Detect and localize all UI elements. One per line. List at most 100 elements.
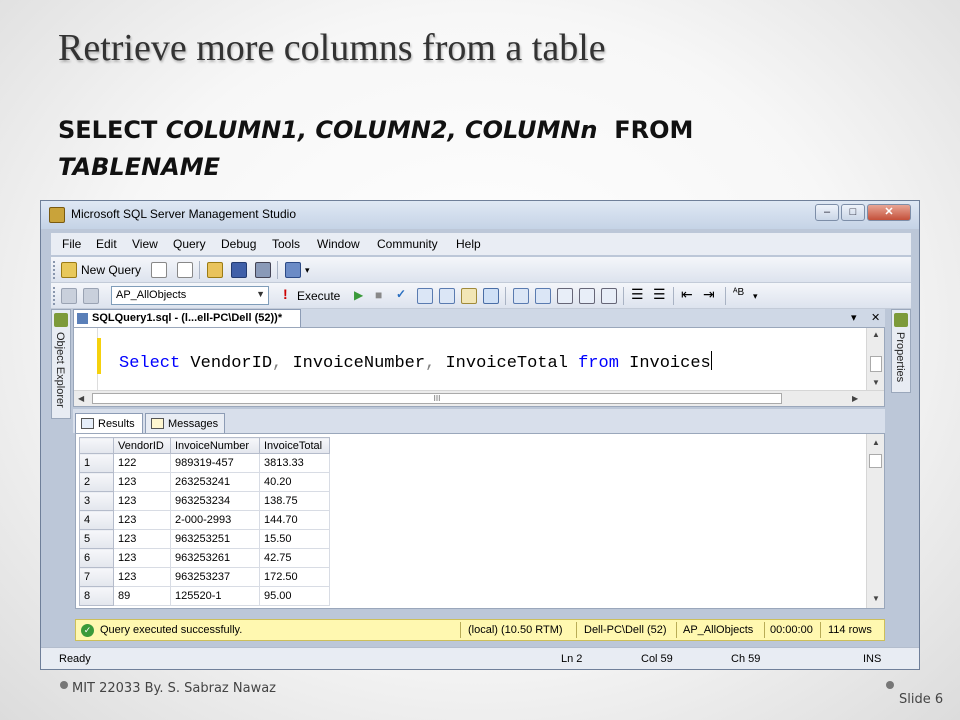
display-estimated-plan-icon[interactable] [417, 288, 433, 304]
cell-invoicetotal[interactable]: 42.75 [259, 548, 330, 568]
cell-invoicenumber[interactable]: 125520-1 [170, 586, 260, 606]
cell-invoicetotal[interactable]: 40.20 [259, 472, 330, 492]
scroll-down-icon[interactable]: ▼ [872, 594, 880, 603]
column-header-invoicetotal[interactable]: InvoiceTotal [259, 437, 330, 454]
specify-template-values-icon[interactable]: ᴬB [733, 287, 744, 298]
cell-invoicetotal[interactable]: 144.70 [259, 510, 330, 530]
menu-view[interactable]: View [132, 237, 158, 251]
toolbar-overflow-icon[interactable]: ▾ [305, 265, 310, 276]
menu-query[interactable]: Query [173, 237, 206, 251]
database-select[interactable]: AP_AllObjects ▼ [111, 286, 269, 305]
cell-invoicenumber[interactable]: 963253261 [170, 548, 260, 568]
tab-sqlquery1[interactable]: SQLQuery1.sql - (l...ell-PC\Dell (52))* [73, 309, 301, 327]
properties-tab[interactable]: Properties [891, 309, 911, 393]
row-number[interactable]: 5 [79, 529, 114, 549]
save-all-icon[interactable] [255, 262, 271, 278]
table-row[interactable]: 4 123 2-000-2993 144.70 [79, 510, 330, 530]
open-folder-icon[interactable] [207, 262, 223, 278]
cell-invoicenumber[interactable]: 2-000-2993 [170, 510, 260, 530]
uncomment-lines-icon[interactable]: ☰ [653, 286, 666, 303]
window-titlebar[interactable]: Microsoft SQL Server Management Studio –… [41, 201, 919, 229]
results-vertical-scrollbar[interactable]: ▲ ▼ [866, 434, 884, 608]
cell-invoicetotal[interactable]: 95.00 [259, 586, 330, 606]
cell-vendorid[interactable]: 89 [113, 586, 171, 606]
toolbar-overflow-icon[interactable]: ▾ [753, 291, 758, 302]
new-project-icon[interactable] [177, 262, 193, 278]
execute-button[interactable]: Execute [297, 289, 340, 303]
results-to-text-icon[interactable] [461, 288, 477, 304]
disconnect-icon[interactable] [83, 288, 99, 304]
row-number[interactable]: 1 [79, 453, 114, 473]
menu-window[interactable]: Window [317, 237, 360, 251]
editor-vertical-scrollbar[interactable]: ▲ ▼ [866, 328, 884, 390]
table-row[interactable]: 5 123 963253251 15.50 [79, 529, 330, 549]
cell-vendorid[interactable]: 123 [113, 548, 171, 568]
new-query-button[interactable]: New Query [81, 263, 141, 277]
cell-vendorid[interactable]: 123 [113, 510, 171, 530]
results-grid-icon[interactable] [579, 288, 595, 304]
cell-invoicenumber[interactable]: 963253251 [170, 529, 260, 549]
results-text-icon[interactable] [557, 288, 573, 304]
save-icon[interactable] [231, 262, 247, 278]
tab-close-icon[interactable]: ✕ [871, 311, 880, 324]
activity-monitor-icon[interactable] [285, 262, 301, 278]
scroll-left-icon[interactable]: ◀ [78, 394, 84, 403]
menu-debug[interactable]: Debug [221, 237, 256, 251]
editor-horizontal-scrollbar[interactable]: ◀ III ▶ [74, 390, 884, 406]
row-number[interactable]: 8 [79, 586, 114, 606]
connect-icon[interactable] [61, 288, 77, 304]
row-number[interactable]: 4 [79, 510, 114, 530]
menu-tools[interactable]: Tools [272, 237, 300, 251]
scrollbar-thumb[interactable] [869, 454, 882, 468]
increase-indent-icon[interactable]: ⇥ [703, 286, 715, 303]
scrollbar-thumb[interactable]: III [92, 393, 782, 404]
table-row[interactable]: 6 123 963253261 42.75 [79, 548, 330, 568]
cell-vendorid[interactable]: 122 [113, 453, 171, 473]
close-button[interactable]: ✕ [867, 204, 911, 221]
column-header-invoicenumber[interactable]: InvoiceNumber [170, 437, 260, 454]
include-plan-icon[interactable] [513, 288, 529, 304]
row-number[interactable]: 2 [79, 472, 114, 492]
table-row[interactable]: 7 123 963253237 172.50 [79, 567, 330, 587]
object-explorer-tab[interactable]: Object Explorer [51, 309, 71, 419]
parse-check-icon[interactable]: ✓ [396, 287, 406, 301]
cell-vendorid[interactable]: 123 [113, 491, 171, 511]
stop-icon[interactable]: ■ [375, 288, 382, 302]
cell-vendorid[interactable]: 123 [113, 529, 171, 549]
cell-invoicetotal[interactable]: 3813.33 [259, 453, 330, 473]
scroll-up-icon[interactable]: ▲ [872, 438, 880, 447]
row-number[interactable]: 6 [79, 548, 114, 568]
menu-file[interactable]: File [62, 237, 81, 251]
row-number[interactable]: 7 [79, 567, 114, 587]
maximize-button[interactable]: □ [841, 204, 865, 221]
query-designer-icon[interactable] [439, 288, 455, 304]
new-file-icon[interactable] [151, 262, 167, 278]
results-file-icon[interactable] [601, 288, 617, 304]
query-editor[interactable]: Select VendorID, InvoiceNumber, InvoiceT… [73, 327, 885, 407]
toolbar-grip[interactable] [53, 287, 56, 305]
menu-edit[interactable]: Edit [96, 237, 117, 251]
row-number-header[interactable] [79, 437, 114, 454]
cell-vendorid[interactable]: 123 [113, 567, 171, 587]
tab-dropdown-icon[interactable]: ▾ [851, 311, 857, 324]
cell-invoicenumber[interactable]: 989319-457 [170, 453, 260, 473]
table-row[interactable]: 3 123 963253234 138.75 [79, 491, 330, 511]
decrease-indent-icon[interactable]: ⇤ [681, 286, 693, 303]
client-statistics-icon[interactable] [535, 288, 551, 304]
cell-invoicenumber[interactable]: 263253241 [170, 472, 260, 492]
scrollbar-thumb[interactable] [870, 356, 882, 372]
cell-vendorid[interactable]: 123 [113, 472, 171, 492]
cell-invoicetotal[interactable]: 172.50 [259, 567, 330, 587]
results-to-grid-icon[interactable] [483, 288, 499, 304]
menu-community[interactable]: Community [377, 237, 438, 251]
table-row[interactable]: 8 89 125520-1 95.00 [79, 586, 330, 606]
cell-invoicetotal[interactable]: 138.75 [259, 491, 330, 511]
table-row[interactable]: 1 122 989319-457 3813.33 [79, 453, 330, 473]
cell-invoicenumber[interactable]: 963253234 [170, 491, 260, 511]
scroll-down-icon[interactable]: ▼ [872, 378, 880, 387]
table-row[interactable]: 2 123 263253241 40.20 [79, 472, 330, 492]
cell-invoicenumber[interactable]: 963253237 [170, 567, 260, 587]
minimize-button[interactable]: – [815, 204, 839, 221]
tab-results[interactable]: Results [75, 413, 143, 433]
column-header-vendorid[interactable]: VendorID [113, 437, 171, 454]
